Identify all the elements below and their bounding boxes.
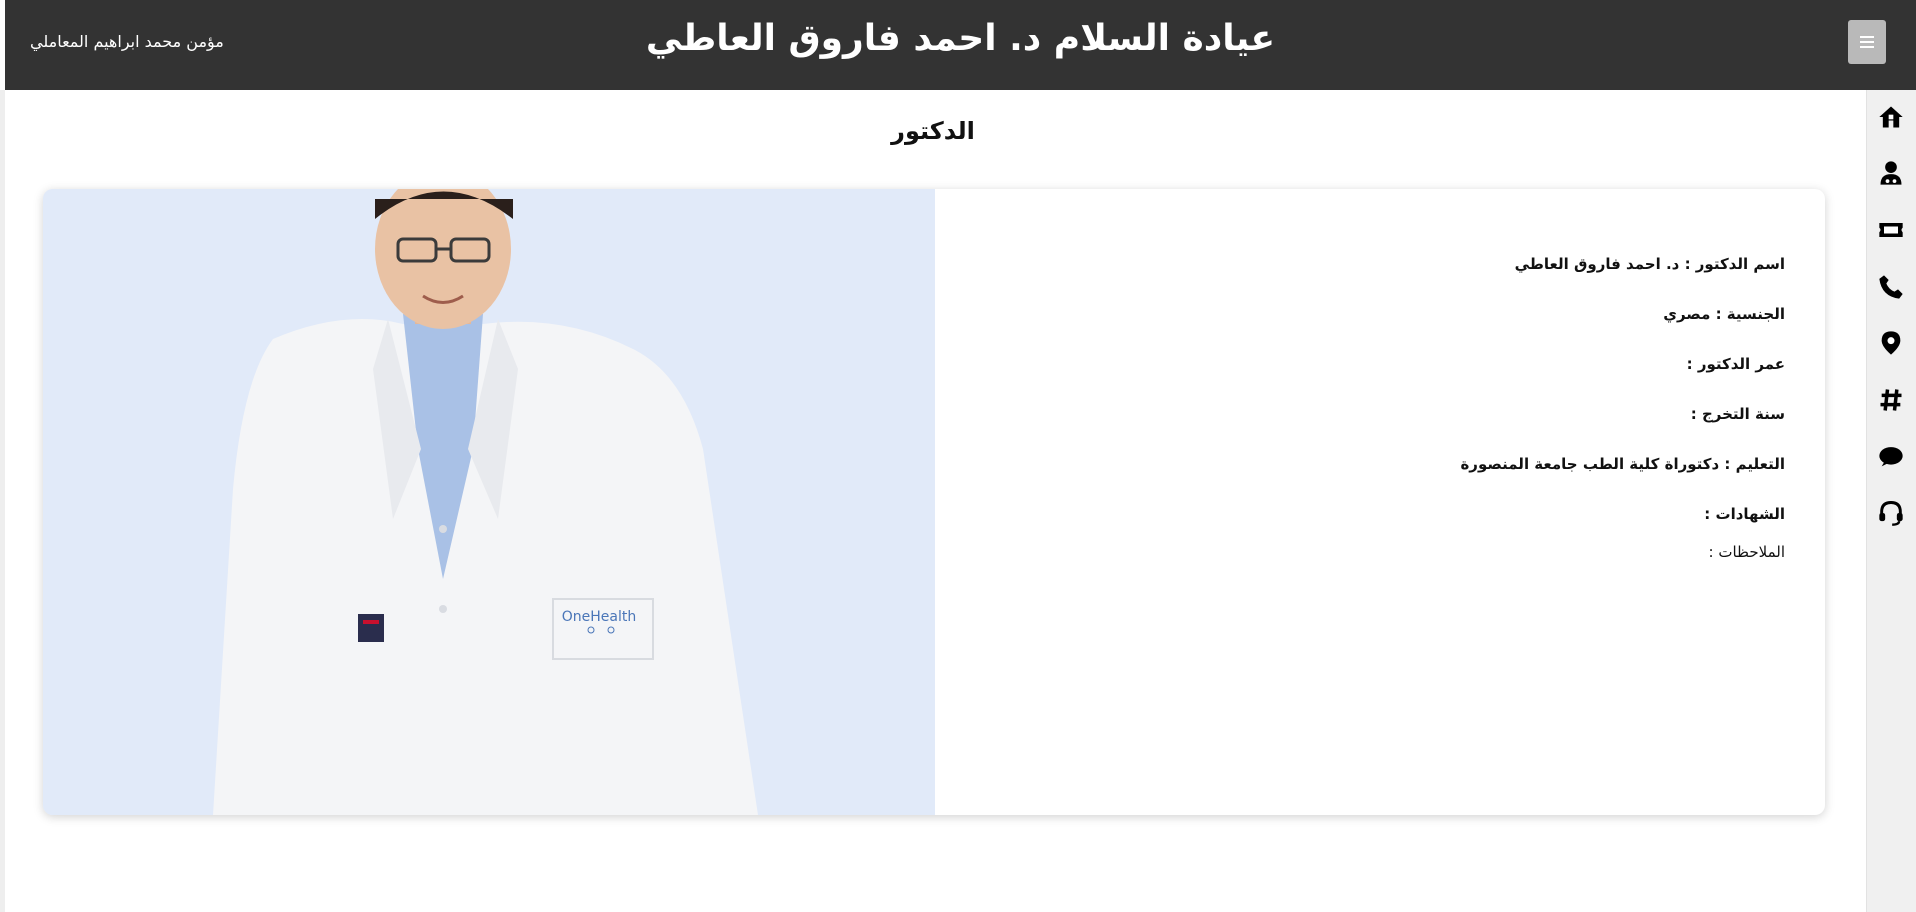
doctor-card: OneHealth اسم الدكتور : د. احمد فاروق ال… bbox=[43, 189, 1825, 815]
doctor-education: التعليم : دكتوراة كلية الطب جامعة المنصو… bbox=[1460, 455, 1785, 473]
support-icon[interactable] bbox=[1876, 498, 1906, 528]
doctor-info: اسم الدكتور : د. احمد فاروق العاطي الجنس… bbox=[965, 254, 1785, 592]
page-heading: الدكتور bbox=[891, 117, 975, 145]
doctor-notes: الملاحظات : bbox=[1708, 543, 1785, 561]
doctor-certificates: الشهادات : bbox=[1704, 505, 1785, 523]
doctor-age: عمر الدكتور : bbox=[1686, 355, 1785, 373]
phone-icon[interactable] bbox=[1876, 272, 1906, 302]
right-sidebar bbox=[1866, 90, 1916, 912]
doctor-photo: OneHealth bbox=[43, 189, 935, 815]
hashtag-icon[interactable] bbox=[1876, 385, 1906, 415]
menu-toggle-button[interactable] bbox=[1848, 20, 1886, 64]
hamburger-icon bbox=[1860, 36, 1874, 48]
doctor-graduation-year: سنة التخرج : bbox=[1690, 405, 1785, 423]
chat-icon[interactable] bbox=[1876, 442, 1906, 472]
clinic-title: عيادة السلام د. احمد فاروق العاطي bbox=[645, 18, 1276, 59]
location-icon[interactable] bbox=[1876, 328, 1906, 358]
coat-logo-text: OneHealth bbox=[562, 609, 636, 625]
top-navbar: مؤمن محمد ابراهيم المعاملي عيادة السلام … bbox=[5, 0, 1916, 90]
doctor-icon[interactable] bbox=[1876, 158, 1906, 188]
doctor-name: اسم الدكتور : د. احمد فاروق العاطي bbox=[1514, 255, 1785, 273]
doctor-nationality: الجنسية : مصري bbox=[1663, 305, 1785, 323]
left-edge bbox=[0, 90, 5, 912]
home-icon[interactable] bbox=[1876, 102, 1906, 132]
ticket-icon[interactable] bbox=[1876, 215, 1906, 245]
